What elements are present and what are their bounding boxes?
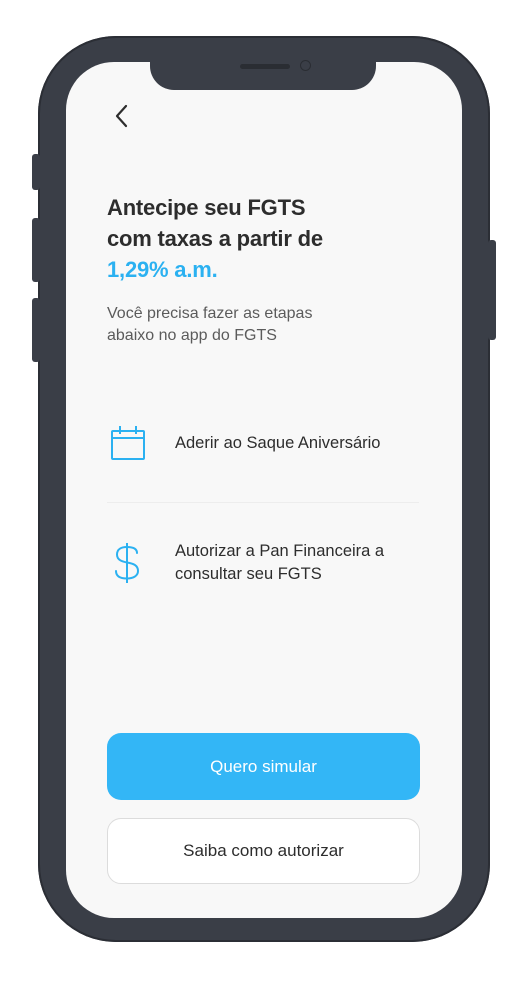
step-label-line-2: consultar seu FGTS: [175, 565, 322, 583]
step-label: Autorizar a Pan Financeira a consultar s…: [175, 540, 384, 586]
side-button-volume-up: [32, 218, 40, 282]
step-item-saque-aniversario: Aderir ao Saque Aniversário: [107, 423, 417, 463]
rate-highlight: 1,29% a.m.: [107, 257, 218, 282]
title-line-1: Antecipe seu FGTS: [107, 195, 306, 220]
dollar-icon: [107, 540, 155, 586]
chevron-left-icon: [115, 104, 128, 128]
step-label-line-1: Autorizar a Pan Financeira a: [175, 542, 385, 560]
learn-how-to-authorize-button[interactable]: Saiba como autorizar: [107, 818, 420, 884]
subtitle-line-1: Você precisa fazer as etapas: [107, 305, 313, 322]
step-divider: [107, 502, 419, 503]
step-item-autorizar-consulta: Autorizar a Pan Financeira a consultar s…: [107, 540, 417, 586]
calendar-icon: [107, 423, 155, 463]
side-button-mute: [32, 154, 40, 190]
front-camera: [300, 60, 311, 71]
page-title: Antecipe seu FGTS com taxas a partir de …: [107, 192, 407, 285]
subtitle-line-2: abaixo no app do FGTS: [107, 327, 277, 344]
phone-speaker: [240, 64, 290, 69]
step-label-line-1: Aderir ao Saque Aniversário: [175, 433, 381, 452]
back-button[interactable]: [107, 102, 135, 130]
step-label: Aderir ao Saque Aniversário: [175, 432, 380, 455]
side-button-power: [488, 240, 496, 340]
title-line-2: com taxas a partir de: [107, 226, 323, 251]
page-subtitle: Você precisa fazer as etapas abaixo no a…: [107, 303, 377, 347]
simulate-button[interactable]: Quero simular: [107, 733, 420, 800]
side-button-volume-down: [32, 298, 40, 362]
